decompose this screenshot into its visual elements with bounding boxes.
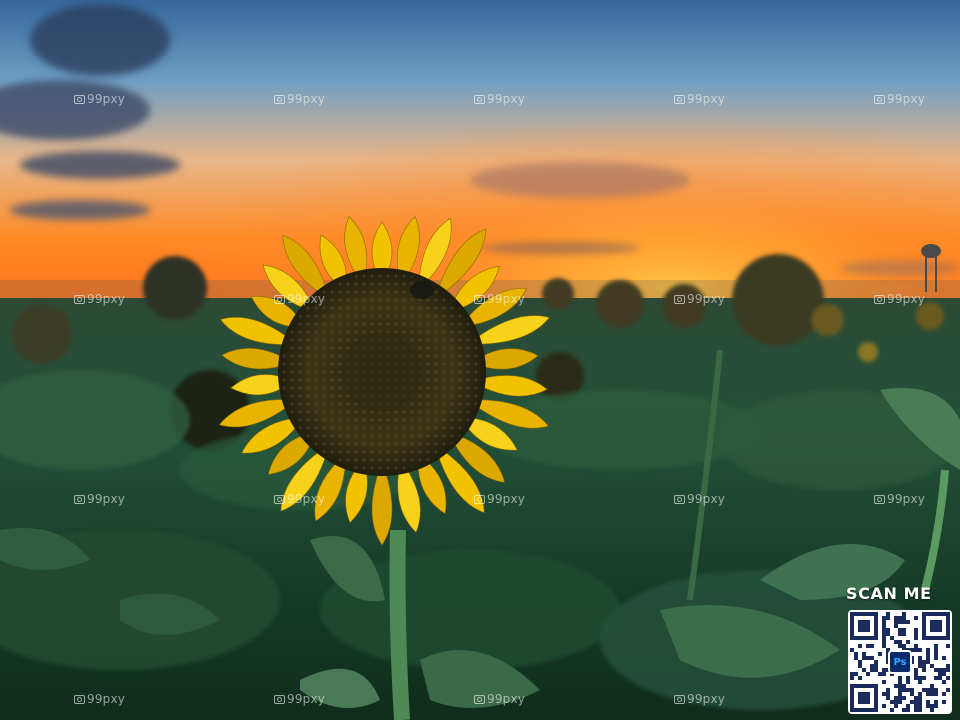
bee bbox=[410, 281, 434, 299]
photoshop-badge-icon: Ps bbox=[888, 650, 912, 674]
sunflower-field-photo bbox=[0, 0, 960, 720]
photo-frame: 99pxy 99pxy 99pxy 99pxy 99pxy 99pxy 99pxy 99pxy… bbox=[0, 0, 960, 720]
qr-code[interactable]: Ps bbox=[848, 610, 952, 714]
scan-me-label: SCAN ME bbox=[846, 584, 932, 603]
